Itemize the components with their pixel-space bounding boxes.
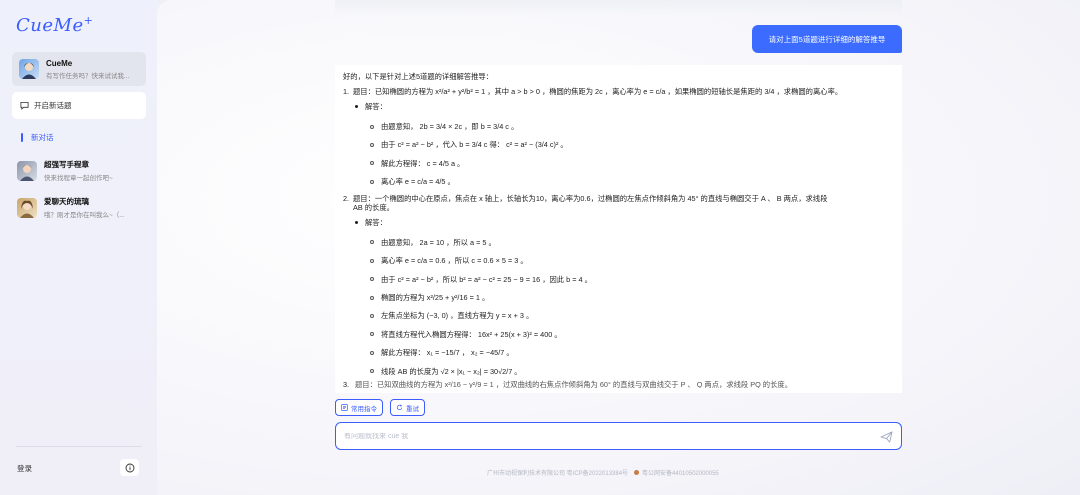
bot-name: CueMe: [46, 58, 73, 68]
step-text: 解此方程得： c = 4/5 a 。: [381, 158, 465, 168]
step-text: 将直线方程代入椭圆方程得： 16x² + 25(x + 3)² = 400 。: [381, 329, 562, 339]
bullet: [370, 313, 374, 318]
new-chat-label: 开启新话题: [34, 101, 72, 110]
step-text: 由于 c² = a² − b² ，所以 b² = a² − c² = 25 − …: [381, 274, 592, 284]
app-logo[interactable]: CueMe+: [16, 14, 93, 36]
logo-plus: +: [83, 14, 94, 27]
question-text: 题目：已知椭圆的方程为 x²/a² + y²/b² = 1 ，其中 a > b …: [353, 87, 843, 97]
message-input-box[interactable]: [335, 422, 902, 450]
solution-step: 离心率 e = c/a = 4/5 。: [370, 173, 894, 191]
bullet: [370, 295, 374, 300]
bullet: [370, 277, 374, 282]
assistant-answer: 好的，以下是针对上述5道题的详细解答推导： 1. 题目：已知椭圆的方程为 x²/…: [335, 65, 902, 393]
chat-subtitle: 快来找程章一起创作吧~: [44, 175, 113, 182]
step-text: 离心率 e = c/a = 0.6 ，所以 c = 0.6 × 5 = 3 。: [381, 256, 528, 266]
bullet: [370, 350, 374, 355]
police-badge-icon: [634, 470, 640, 475]
solution-label: 解答：: [365, 218, 387, 228]
bullet: [370, 124, 374, 129]
question-text-line: AB 的长度。: [353, 203, 394, 212]
retry-button[interactable]: 重试: [390, 399, 425, 416]
solution-label: 解答：: [365, 102, 387, 112]
answer-intro: 好的，以下是针对上述5道题的详细解答推导：: [343, 72, 493, 81]
bullet: [370, 369, 374, 374]
send-icon[interactable]: [880, 431, 893, 443]
bullet: [370, 142, 374, 147]
step-text: 由于 c² = a² − b² ，代入 b = 3/4 c 得： c² = a²…: [381, 140, 568, 150]
logo-text: CueMe: [16, 15, 84, 36]
session-label: 新对话: [31, 133, 54, 142]
info-button[interactable]: [120, 459, 139, 476]
bullet: [370, 258, 374, 263]
active-indicator: [21, 133, 23, 142]
bullet: [370, 332, 374, 337]
step-text: 离心率 e = c/a = 4/5 。: [381, 177, 455, 187]
bullet: [370, 161, 374, 166]
solution-step: 由于 c² = a² − b² ，代入 b = 3/4 c 得： c² = a²…: [370, 136, 894, 154]
avatar: [17, 160, 37, 181]
step-text: 椭圆的方程为 x²/25 + y²/16 = 1 。: [381, 293, 490, 303]
footer-company[interactable]: 广州市动视保利技术有限公司 粤ICP备2022013384号: [487, 468, 628, 477]
solution-step: 左焦点坐标为 (−3, 0) ，直线方程为 y = x + 3 。: [370, 307, 894, 325]
step-text: 左焦点坐标为 (−3, 0) ，直线方程为 y = x + 3 。: [381, 311, 534, 321]
step-text: 由题意知， 2b = 3/4 × 2c ，即 b = 3/4 c 。: [381, 121, 519, 131]
common-commands-label: 常用指令: [351, 405, 377, 413]
solution-step: 线段 AB 的长度为 √2 × |x₁ − x₂| = 30√2/7 。: [370, 362, 894, 380]
bullet: [355, 105, 358, 109]
login-link[interactable]: 登录: [17, 463, 32, 474]
user-message-bubble: 请对上面5道题进行详细的解答推导: [752, 25, 902, 53]
refresh-icon: [396, 404, 403, 411]
sidebar-divider: [16, 446, 142, 447]
chat-name: 爱聊天的琉璃: [44, 197, 89, 206]
question-item-partial: 3. 题目：已知双曲线的方程为 x²/16 − y²/9 = 1 ，过双曲线的右…: [343, 380, 894, 389]
chat-name: 超强写手程章: [44, 160, 89, 169]
bullet: [370, 240, 374, 245]
avatar: [19, 59, 39, 79]
sidebar: CueMe+ CueMe 有写作任务吗？快来试试我... 开启新话题 新对话 超…: [0, 0, 157, 495]
solution-step: 由题意知， 2b = 3/4 × 2c ，即 b = 3/4 c 。: [370, 117, 894, 135]
solution-heading: 解答：: [355, 218, 894, 227]
step-text: 解此方程得： x₁ = −15/7 ， x₂ = −45/7 。: [381, 348, 514, 358]
command-icon: [341, 404, 348, 411]
current-bot-card[interactable]: CueMe 有写作任务吗？快来试试我...: [12, 52, 146, 86]
bullet: [370, 179, 374, 184]
solution-step: 由题意知， 2a = 10 ，所以 a = 5 。: [370, 233, 894, 251]
solution-step: 由于 c² = a² − b² ，所以 b² = a² − c² = 25 − …: [370, 270, 894, 288]
question-item: 2. 题目：一个椭圆的中心在原点，焦点在 x 轴上，长轴长为10，离心率为0.6…: [343, 194, 894, 212]
message-input[interactable]: [344, 432, 864, 440]
footer-police-record[interactable]: 粤公网安备44010502000055: [642, 468, 719, 477]
solution-step: 将直线方程代入椭圆方程得： 16x² + 25(x + 3)² = 400 。: [370, 325, 894, 343]
sidebar-chat-item[interactable]: 超强写手程章 快来找程章一起创作吧~: [17, 159, 151, 182]
avatar: [17, 197, 37, 218]
sidebar-item-new-session[interactable]: 新对话: [21, 132, 54, 143]
question-text-line: 题目：一个椭圆的中心在原点，焦点在 x 轴上，长轴长为10，离心率为0.6，过椭…: [353, 193, 828, 203]
question-number: 2.: [343, 193, 350, 203]
solution-step: 解此方程得： c = 4/5 a 。: [370, 154, 894, 172]
question-item: 1. 题目：已知椭圆的方程为 x²/a² + y²/b² = 1 ，其中 a >…: [343, 87, 894, 96]
question-text: 题目：一个椭圆的中心在原点，焦点在 x 轴上，长轴长为10，离心率为0.6，过椭…: [353, 194, 894, 212]
question-number: 3.: [343, 380, 350, 390]
bot-subtitle: 有写作任务吗？快来试试我...: [46, 72, 130, 80]
step-text: 线段 AB 的长度为 √2 × |x₁ − x₂| = 30√2/7 。: [381, 366, 522, 376]
bullet: [355, 221, 358, 225]
solution-heading: 解答：: [355, 102, 894, 111]
solution-step: 椭圆的方程为 x²/25 + y²/16 = 1 。: [370, 288, 894, 306]
info-icon: [125, 463, 134, 472]
question-text: 题目：已知双曲线的方程为 x²/16 − y²/9 = 1 ，过双曲线的右焦点作…: [355, 380, 792, 389]
sidebar-chat-item[interactable]: 爱聊天的琉璃 哦？刚才是你在叫我么~（...: [17, 196, 151, 219]
solution-step: 解此方程得： x₁ = −15/7 ， x₂ = −45/7 。: [370, 344, 894, 362]
scroll-fade: [335, 0, 902, 16]
step-text: 由题意知， 2a = 10 ，所以 a = 5 。: [381, 237, 496, 247]
retry-label: 重试: [406, 405, 419, 413]
solution-step: 离心率 e = c/a = 0.6 ，所以 c = 0.6 × 5 = 3 。: [370, 252, 894, 270]
chat-subtitle: 哦？刚才是你在叫我么~（...: [44, 212, 125, 219]
footer: 广州市动视保利技术有限公司 粤ICP备2022013384号 粤公网安备4401…: [487, 468, 719, 477]
common-commands-button[interactable]: 常用指令: [335, 399, 383, 416]
question-number: 1.: [343, 87, 350, 97]
chat-bubble-icon: [20, 101, 29, 110]
new-chat-button[interactable]: 开启新话题: [12, 92, 146, 119]
